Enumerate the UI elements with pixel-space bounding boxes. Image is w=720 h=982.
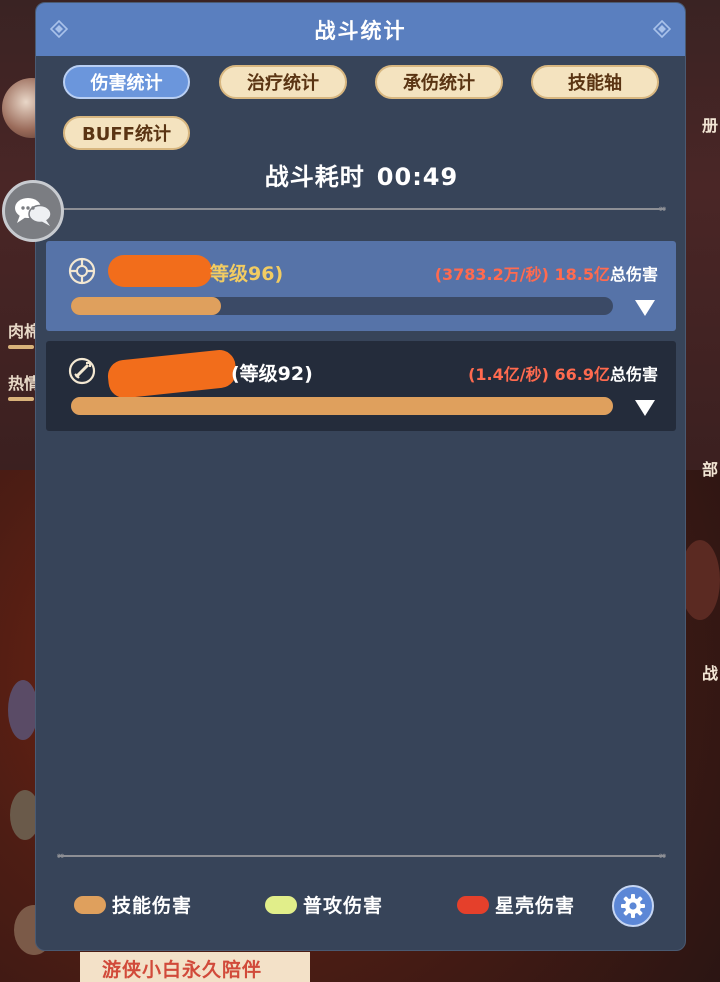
legend-label: 技能伤害 [112,895,193,917]
legend-skill-damage: 技能伤害 [74,891,192,918]
background-banner: 游侠小白永久陪伴 [80,952,310,982]
damage-per-second: (1.4亿/秒) [468,365,549,384]
damage-summary: (3783.2万/秒) 18.5亿总伤害 [435,261,658,285]
skill-damage-bar [71,397,613,415]
legend-swatch [265,895,297,914]
battle-duration-label: 战斗耗时 [264,163,365,191]
skill-damage-bar [71,297,221,315]
legend-label: 星壳伤害 [495,895,576,917]
legend-label: 普攻伤害 [303,895,384,917]
diamond-ornament-icon [653,20,671,38]
tab-damage[interactable]: 伤害统计 [63,65,190,99]
background-right-text-1: 册 [701,116,718,135]
divider-top: ∞ ∞ [56,203,667,215]
redacted-player-name [108,255,212,287]
legend-star-shell-damage: 星壳伤害 [457,891,575,918]
chat-button[interactable] [2,180,64,242]
panel-header: 战斗统计 [36,3,685,56]
damage-bar-track [71,397,613,415]
damage-row-2[interactable]: (等级92) (1.4亿/秒) 66.9亿总伤害 [46,341,676,431]
battle-duration-value: 00:49 [376,163,459,191]
redacted-player-name [106,348,238,400]
total-damage-label: 总伤害 [609,265,658,284]
gear-icon [621,894,645,918]
battle-duration: 战斗耗时 00:49 [36,157,685,192]
background-figure-3 [680,540,720,620]
tab-skill-timeline[interactable]: 技能轴 [531,65,659,99]
diamond-ornament-icon [50,20,68,38]
damage-summary: (1.4亿/秒) 66.9亿总伤害 [468,361,658,385]
legend-swatch [457,895,489,914]
tab-damage-taken[interactable]: 承伤统计 [375,65,503,99]
battle-stats-panel: 战斗统计 伤害统计 治疗统计 承伤统计 技能轴 BUFF统计 战斗耗时 00:49… [35,2,686,951]
panel-title: 战斗统计 [314,18,407,43]
crosshair-class-icon [68,257,96,285]
chat-bubbles-icon [15,198,52,226]
damage-bar-track [71,297,613,315]
total-damage-value: 18.5亿 [554,265,610,284]
background-side-bar-1 [8,345,34,349]
damage-per-second: (3783.2万/秒) [434,265,549,284]
damage-row-1[interactable]: 等级96) (3783.2万/秒) 18.5亿总伤害 [46,241,676,331]
expand-triangle-icon[interactable] [634,299,656,317]
legend-basic-attack-damage: 普攻伤害 [265,891,383,918]
settings-button[interactable] [612,885,654,927]
total-damage-label: 总伤害 [609,365,658,384]
tab-buff[interactable]: BUFF统计 [63,116,190,150]
total-damage-value: 66.9亿 [554,365,610,384]
player-level: 等级96) [210,263,284,285]
background-right-text-2: 部 [701,460,718,479]
divider-bottom: ∞ ∞ [56,849,667,862]
tab-healing[interactable]: 治疗统计 [219,65,347,99]
background-figure-1 [8,680,38,740]
expand-triangle-icon[interactable] [634,399,656,417]
background-side-bar-2 [8,397,34,401]
legend-swatch [74,895,106,914]
background-right-text-3: 战 [701,664,718,683]
sword-class-icon [68,357,96,385]
player-level: (等级92) [231,363,313,385]
